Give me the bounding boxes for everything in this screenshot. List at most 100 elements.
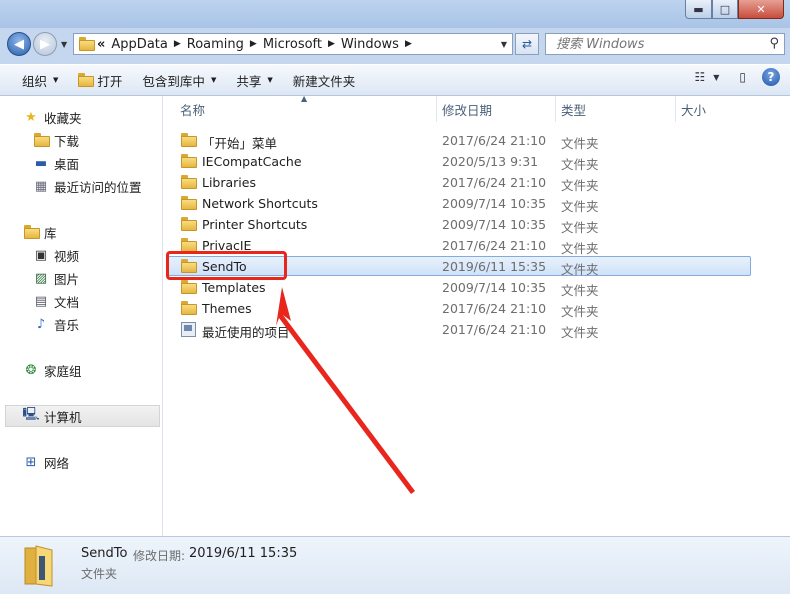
column-divider[interactable]: [675, 96, 676, 122]
annotation-highlight-box: [166, 251, 287, 280]
chevron-right-icon[interactable]: ▶: [174, 39, 181, 49]
folder-icon: [181, 238, 197, 252]
refresh-button[interactable]: ⇄: [515, 33, 539, 55]
large-folder-icon: [22, 544, 56, 588]
folder-icon: [181, 280, 197, 294]
details-file-type: 文件夹: [81, 567, 118, 581]
command-bar: 组织 ▼ 打开 包含到库中 ▼ 共享 ▼ 新建文件夹 ☷ ▼ ▯ ?: [0, 64, 790, 96]
back-button[interactable]: ◀: [7, 32, 31, 56]
file-row[interactable]: Libraries 2017/6/24 21:10 文件夹: [163, 172, 790, 193]
share-menu[interactable]: 共享 ▼: [228, 67, 280, 93]
folder-icon: [181, 217, 197, 231]
folder-icon: [181, 175, 197, 189]
breadcrumb-overflow[interactable]: «: [97, 37, 105, 52]
open-label: 打开: [97, 73, 123, 89]
explorer-window: ▬ □ ✕ ◀ ▶ ▼ « AppData ▶ Roaming ▶ Micros…: [0, 0, 790, 594]
help-icon[interactable]: ?: [762, 68, 780, 86]
file-date: 2009/7/14 10:35: [442, 196, 547, 211]
file-row[interactable]: 最近使用的项目 2017/6/24 21:10 文件夹: [163, 319, 790, 340]
minimize-icon: ▬: [693, 2, 704, 16]
column-header-label: 修改日期: [442, 102, 493, 118]
column-divider[interactable]: [436, 96, 437, 122]
sidebar-item-label: 库: [44, 225, 57, 241]
view-controls: ☷ ▼ ▯ ?: [694, 68, 780, 86]
network-icon: ⊞: [25, 454, 37, 470]
new-folder-button[interactable]: 新建文件夹: [285, 67, 364, 93]
preview-pane-icon[interactable]: ▯: [739, 70, 746, 84]
homegroup-icon: ❂: [25, 362, 37, 378]
column-header-label: 名称: [180, 102, 206, 118]
sort-ascending-icon: ▲: [301, 94, 308, 103]
share-label: 共享: [236, 73, 262, 89]
search-box[interactable]: ⚲: [545, 33, 785, 55]
column-header-name[interactable]: 名称: [180, 96, 435, 122]
open-button[interactable]: 打开: [70, 67, 130, 93]
include-in-library-menu[interactable]: 包含到库中 ▼: [134, 67, 224, 93]
file-type: 文件夹: [561, 157, 599, 172]
file-date: 2019/6/11 15:35: [442, 259, 547, 274]
star-icon: ★: [25, 109, 37, 125]
sidebar-item-label: 音乐: [54, 317, 80, 333]
file-row[interactable]: Printer Shortcuts 2009/7/14 10:35 文件夹: [163, 214, 790, 235]
sidebar-item-homegroup[interactable]: ❂ 家庭组: [23, 359, 185, 381]
chevron-down-icon: ▼: [267, 76, 273, 84]
recent-pages-dropdown[interactable]: ▼: [61, 40, 67, 49]
file-date: 2017/6/24 21:10: [442, 175, 547, 190]
address-dropdown-icon[interactable]: ▼: [496, 40, 512, 49]
close-icon: ✕: [756, 2, 766, 16]
shortcut-folder-icon: [181, 322, 197, 337]
column-header-date[interactable]: 修改日期: [442, 96, 552, 122]
file-name: Themes: [202, 301, 252, 316]
maximize-button[interactable]: □: [712, 0, 738, 19]
sidebar-item-label: 图片: [54, 271, 80, 287]
details-pane: SendTo 修改日期: 2019/6/11 15:35 文件夹: [0, 536, 790, 594]
breadcrumb-item[interactable]: Microsoft: [263, 37, 322, 52]
file-row[interactable]: Network Shortcuts 2009/7/14 10:35 文件夹: [163, 193, 790, 214]
sidebar-item-libraries[interactable]: 库: [23, 221, 185, 243]
title-bar[interactable]: ▬ □ ✕: [0, 0, 790, 28]
details-date-label: 修改日期:: [133, 549, 186, 563]
folder-icon: [181, 196, 197, 210]
sidebar-item-label: 视频: [54, 248, 80, 264]
chevron-down-icon: ▼: [53, 76, 59, 84]
forward-button[interactable]: ▶: [33, 32, 57, 56]
chevron-right-icon[interactable]: ▶: [250, 39, 257, 49]
navigation-pane: ★ 收藏夹 下载 ▬ 桌面 ▦ 最近访问的位置 库 ▣ 视频 ▨ 图片 ▤ 文档 ♪ 音乐 ❂…: [0, 96, 163, 536]
file-row[interactable]: IECompatCache 2020/5/13 9:31 文件夹: [163, 151, 790, 172]
chevron-down-icon[interactable]: ▼: [713, 73, 719, 82]
back-arrow-icon: ◀: [14, 36, 24, 52]
close-button[interactable]: ✕: [738, 0, 784, 19]
sidebar-item-computer[interactable]: 🖳 计算机: [5, 405, 160, 427]
chevron-right-icon[interactable]: ▶: [328, 39, 335, 49]
folder-icon: [79, 37, 95, 51]
sidebar-item-favorites[interactable]: ★ 收藏夹: [23, 106, 185, 128]
folder-icon: [181, 154, 197, 168]
search-icon[interactable]: ⚲: [769, 36, 779, 51]
breadcrumb-item[interactable]: Windows: [341, 37, 399, 52]
file-type: 文件夹: [561, 220, 599, 235]
organize-menu[interactable]: 组织 ▼: [14, 67, 66, 93]
sidebar-item-label: 网络: [44, 455, 70, 471]
file-row[interactable]: 「开始」菜单 2017/6/24 21:10 文件夹: [163, 130, 790, 151]
column-header-size[interactable]: 大小: [681, 96, 781, 122]
sidebar-item-network[interactable]: ⊞ 网络: [23, 451, 185, 473]
breadcrumb-item[interactable]: Roaming: [187, 37, 244, 52]
sidebar-item-label: 家庭组: [44, 363, 82, 379]
search-input[interactable]: [554, 35, 758, 53]
file-date: 2017/6/24 21:10: [442, 133, 547, 148]
minimize-button[interactable]: ▬: [685, 0, 712, 19]
column-header-type[interactable]: 类型: [561, 96, 671, 122]
file-type: 文件夹: [561, 262, 599, 277]
libraries-icon: [23, 224, 40, 240]
column-divider[interactable]: [555, 96, 556, 122]
file-row[interactable]: Templates 2009/7/14 10:35 文件夹: [163, 277, 790, 298]
file-row[interactable]: Themes 2017/6/24 21:10 文件夹: [163, 298, 790, 319]
details-file-name: SendTo: [81, 546, 128, 561]
address-bar[interactable]: « AppData ▶ Roaming ▶ Microsoft ▶ Window…: [73, 33, 513, 55]
file-name: Templates: [202, 280, 266, 295]
view-options-icon[interactable]: ☷: [694, 70, 705, 84]
file-name: Network Shortcuts: [202, 196, 318, 211]
breadcrumb-item[interactable]: AppData: [111, 37, 167, 52]
chevron-right-icon[interactable]: ▶: [405, 39, 412, 49]
chevron-down-icon: ▼: [210, 76, 217, 84]
